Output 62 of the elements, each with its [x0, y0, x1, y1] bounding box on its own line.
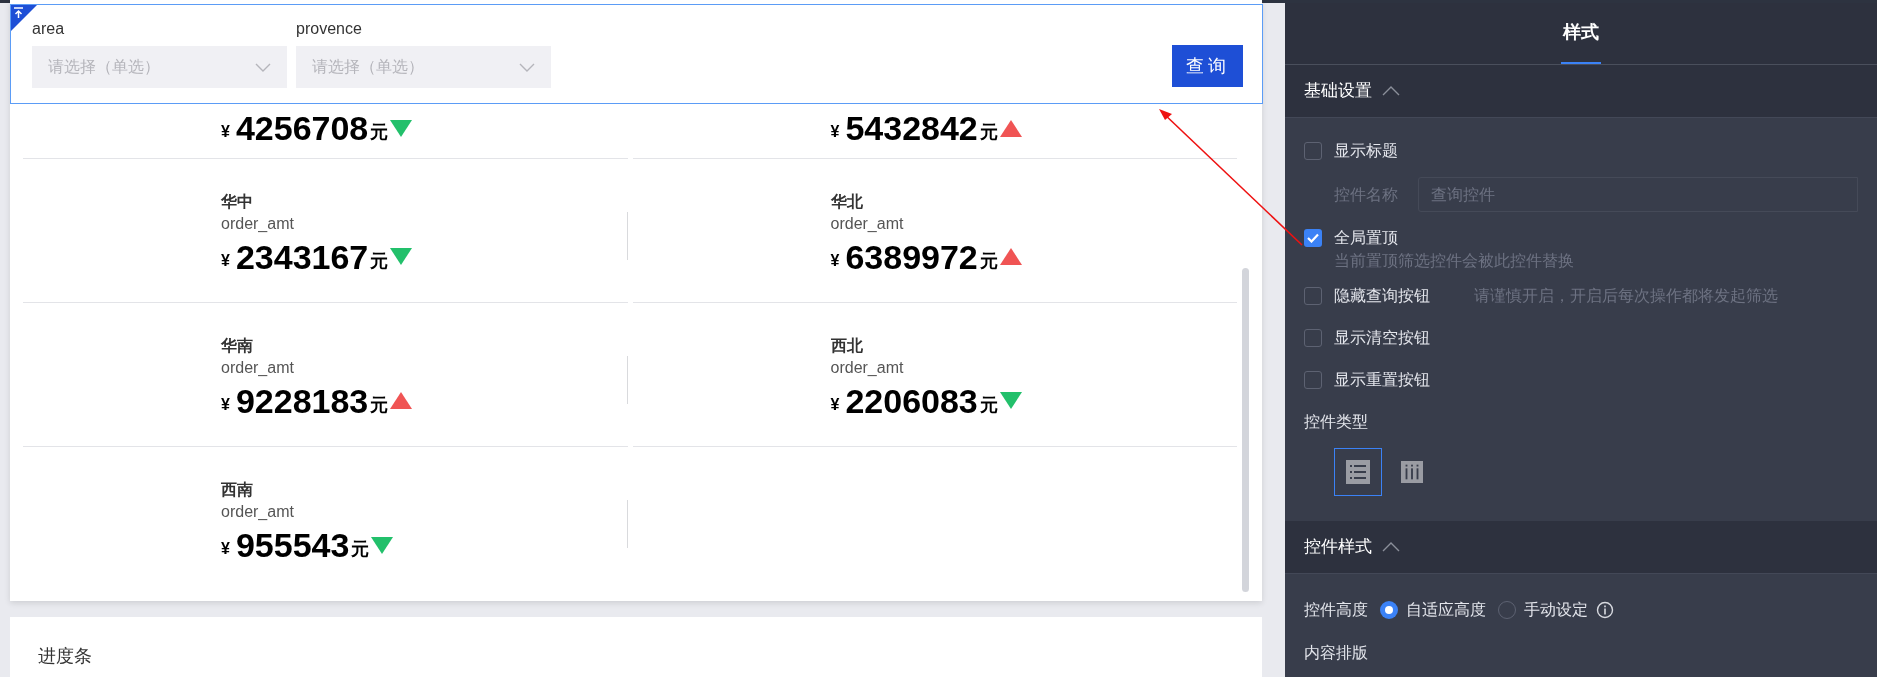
unit-label: 元	[370, 249, 389, 273]
card-title: 进度条	[38, 646, 92, 666]
region-name: 西北	[830, 335, 863, 356]
radio-label[interactable]: 手动设定	[1524, 598, 1588, 622]
chevron-up-icon	[1382, 542, 1400, 552]
unit-label: 元	[351, 538, 370, 561]
currency-symbol: ¥	[830, 394, 840, 415]
unit-label: 元	[979, 249, 998, 273]
radio-button[interactable]	[1380, 601, 1398, 619]
list-icon	[1346, 460, 1370, 484]
filter-label: area	[32, 19, 65, 39]
amount-value: 4256708	[235, 108, 369, 148]
section-label: 内容排版	[1304, 643, 1368, 663]
checkbox-label[interactable]: 显示清空按钮	[1334, 326, 1430, 350]
query-button[interactable]: 查询	[1172, 45, 1243, 87]
currency-symbol: ¥	[221, 539, 230, 559]
unit-label: 元	[979, 393, 998, 417]
metric-name: order_amt	[221, 502, 294, 522]
checkbox[interactable]	[1304, 287, 1322, 305]
amount-value: 9228183	[235, 380, 369, 421]
checkbox[interactable]	[1304, 329, 1322, 347]
amount-value: 2343167	[235, 236, 369, 277]
metric-name: order_amt	[830, 357, 904, 378]
checkbox-label[interactable]: 显示标题	[1334, 139, 1398, 163]
amount-value: 6389972	[845, 236, 978, 277]
currency-symbol: ¥	[830, 250, 840, 271]
currency-symbol: ¥	[221, 394, 230, 415]
region-name: 华北	[830, 191, 863, 212]
checkbox-label[interactable]: 显示重置按钮	[1334, 368, 1430, 392]
chevron-down-icon	[255, 62, 271, 72]
region-name: 西南	[221, 480, 253, 500]
checkbox-label[interactable]: 全局置顶	[1334, 226, 1398, 250]
metric-name: order_amt	[221, 357, 294, 378]
unit-label: 元	[979, 121, 998, 144]
region-name: 华中	[221, 191, 253, 212]
radio-label[interactable]: 自适应高度	[1406, 598, 1486, 622]
currency-symbol: ¥	[221, 122, 230, 142]
region-name: 华南	[221, 335, 253, 356]
filter-label: provence	[296, 19, 362, 39]
amount-value: 2206083	[845, 380, 978, 421]
unit-label: 元	[370, 393, 389, 417]
type-option[interactable]	[1334, 448, 1382, 496]
field-label: 控件高度	[1304, 600, 1368, 620]
chevron-down-icon	[519, 62, 535, 72]
checkbox[interactable]	[1304, 229, 1322, 247]
columns-icon	[1401, 460, 1423, 484]
amount-value: 955543	[235, 525, 350, 565]
currency-symbol: ¥	[221, 250, 230, 271]
metric-name: order_amt	[830, 213, 904, 234]
currency-symbol: ¥	[830, 122, 840, 142]
section-label: 控件类型	[1304, 412, 1368, 432]
checkbox[interactable]	[1304, 142, 1322, 160]
unit-label: 元	[370, 121, 389, 144]
amount-value: 5432842	[845, 108, 978, 148]
chevron-up-icon	[1382, 86, 1400, 96]
checkbox-label[interactable]: 隐藏查询按钮	[1334, 284, 1430, 308]
section-header[interactable]: 控件样式	[1285, 521, 1877, 574]
section-header[interactable]: 基础设置	[1285, 65, 1877, 118]
metric-name: order_amt	[221, 213, 294, 234]
scrollbar[interactable]	[1242, 268, 1249, 592]
info-icon[interactable]	[1596, 601, 1614, 619]
checkbox[interactable]	[1304, 371, 1322, 389]
